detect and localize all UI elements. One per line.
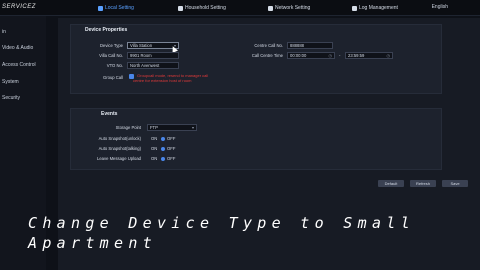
top-bar: SERVICEZ Local Setting Household Setting… xyxy=(0,0,480,16)
tab-label: Network Setting xyxy=(275,5,311,11)
sidebar-item-video-audio[interactable]: Video & Audio xyxy=(2,45,33,51)
events-title: Events xyxy=(101,111,118,117)
on-label: ON xyxy=(151,156,158,161)
tab-network-setting[interactable]: Network Setting xyxy=(268,3,310,13)
auto-snapshot-talking-label: Auto Snapshot(talking) xyxy=(98,146,141,151)
sidebar-item-access-control[interactable]: Access Control xyxy=(2,62,36,68)
clock-icon: ◷ xyxy=(328,53,333,58)
call-centre-time-end-value: 23:59:59 xyxy=(348,53,365,58)
refresh-button[interactable]: Refresh xyxy=(410,180,436,187)
caption-line-2: Apartment xyxy=(28,234,157,252)
off-label: OFF xyxy=(167,146,176,151)
on-label: ON xyxy=(151,136,158,141)
call-centre-time-start[interactable]: 00:00:00 ◷ xyxy=(287,52,335,59)
group-call-label: Group Call xyxy=(102,75,123,80)
off-label: OFF xyxy=(167,136,176,141)
gear-icon xyxy=(98,5,103,11)
centre-call-no-label: Centre Call No. xyxy=(254,43,283,48)
auto-snapshot-unlock-label: Auto Snapshot(unlock) xyxy=(98,136,141,141)
home-icon xyxy=(178,5,183,11)
storage-point-value: FTP xyxy=(150,125,158,130)
vto-no-label: VTO No. xyxy=(106,63,123,68)
call-centre-time-end[interactable]: 23:59:59 ◷ xyxy=(345,52,393,59)
brand-logo: SERVICEZ xyxy=(2,4,36,10)
villa-call-no-value: 9901 Room xyxy=(130,53,152,58)
chevron-down-icon: ▾ xyxy=(191,125,194,130)
villa-call-no-label: Villa Call No. xyxy=(99,53,123,58)
sidebar-item-security[interactable]: Security xyxy=(2,95,20,101)
auto-snapshot-talking-off-radio[interactable] xyxy=(161,147,165,151)
main-content: Device Properties Device Type Villa Stat… xyxy=(58,18,480,270)
vto-no-input[interactable]: North Avenwest xyxy=(127,62,179,69)
default-button[interactable]: Default xyxy=(378,180,404,187)
group-call-warning-line2: centre for extension host of room xyxy=(133,78,192,83)
leave-message-upload-off-radio[interactable] xyxy=(161,157,165,161)
leave-message-upload-label: Leave Message Upload xyxy=(97,156,141,161)
clock-icon: ◷ xyxy=(386,53,391,58)
device-type-label: Device Type xyxy=(100,43,123,48)
storage-point-select[interactable]: FTP ▾ xyxy=(147,124,197,131)
device-properties-panel: Device Properties Device Type Villa Stat… xyxy=(70,24,442,94)
globe-icon xyxy=(268,5,273,11)
vto-no-value: North Avenwest xyxy=(130,63,160,68)
sidebar-item-system[interactable]: System xyxy=(2,79,19,85)
off-label: OFF xyxy=(167,156,176,161)
document-icon xyxy=(352,5,357,11)
call-centre-time-label: Call Centre Time xyxy=(251,53,283,58)
storage-point-label: Storage Point xyxy=(115,125,141,130)
sidebar-item-in[interactable]: in xyxy=(2,29,6,35)
device-properties-title: Device Properties xyxy=(85,27,128,33)
tab-label: Household Setting xyxy=(185,5,226,11)
on-label: ON xyxy=(151,146,158,151)
centre-call-no-input[interactable]: 888888 xyxy=(287,42,333,49)
tab-label: Local Setting xyxy=(105,5,134,11)
tab-local-setting[interactable]: Local Setting xyxy=(98,3,134,13)
villa-call-no-input[interactable]: 9901 Room xyxy=(127,52,179,59)
time-range-separator: - xyxy=(339,53,341,58)
events-panel: Events Storage Point FTP ▾ Auto Snapshot… xyxy=(70,108,442,170)
centre-call-no-value: 888888 xyxy=(290,43,304,48)
call-centre-time-start-value: 00:00:00 xyxy=(290,53,307,58)
tab-household-setting[interactable]: Household Setting xyxy=(178,3,226,13)
save-button[interactable]: Save xyxy=(442,180,468,187)
tab-log-management[interactable]: Log Management xyxy=(352,3,398,13)
auto-snapshot-unlock-off-radio[interactable] xyxy=(161,137,165,141)
device-type-value: Villa Station xyxy=(130,43,153,48)
caption-line-1: Change Device Type to Small xyxy=(28,214,415,232)
language-selector[interactable]: English xyxy=(432,4,448,10)
tab-label: Log Management xyxy=(359,5,398,11)
